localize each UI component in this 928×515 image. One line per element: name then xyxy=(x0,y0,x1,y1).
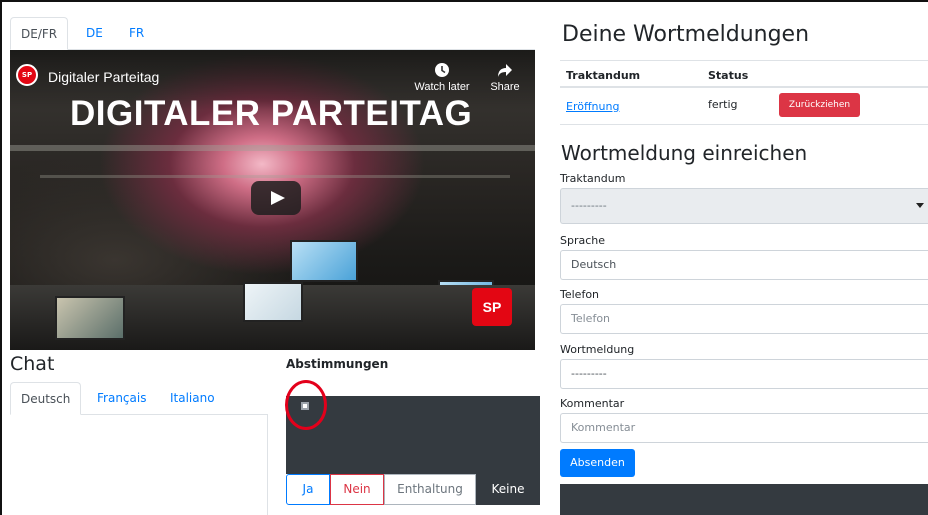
kommentar-placeholder: Kommentar xyxy=(571,421,636,434)
stage-truss xyxy=(10,145,535,151)
kommentar-input[interactable]: Kommentar xyxy=(560,413,928,443)
vote-button-group: Ja Nein Enthaltung Keine xyxy=(286,474,540,505)
tab-de-fr[interactable]: DE/FR xyxy=(10,17,69,50)
monitor-screen xyxy=(290,240,358,282)
clock-icon xyxy=(435,63,449,77)
kommentar-label: Kommentar xyxy=(560,397,625,410)
stage-truss-lower xyxy=(40,175,510,178)
watch-later-button[interactable]: Watch later xyxy=(412,62,472,93)
share-label: Share xyxy=(490,81,520,93)
video-overlay-title: DIGITALER PARTEITAG xyxy=(70,94,473,133)
share-arrow-icon xyxy=(498,64,512,77)
share-button[interactable]: Share xyxy=(475,62,535,93)
table-header: Traktandum Status xyxy=(560,60,928,88)
sprache-select[interactable]: Deutsch xyxy=(560,250,928,280)
traktandum-link[interactable]: Eröffnung xyxy=(566,100,619,113)
sprache-label: Sprache xyxy=(560,234,606,247)
tab-de[interactable]: DE xyxy=(76,17,113,50)
chat-tab-italiano[interactable]: Italiano xyxy=(160,382,225,415)
telefon-label: Telefon xyxy=(560,288,600,301)
status-text: fertig xyxy=(708,98,738,111)
chevron-down-icon xyxy=(916,203,924,208)
dark-bottom-panel xyxy=(560,484,928,515)
chat-body xyxy=(10,415,268,515)
wortmeldung-select-value: --------- xyxy=(571,367,607,380)
video-title[interactable]: Digitaler Parteitag xyxy=(48,69,159,85)
laptop-screen xyxy=(55,296,125,340)
vote-nein-button[interactable]: Nein xyxy=(330,474,384,505)
traktandum-label: Traktandum xyxy=(560,172,626,185)
play-icon[interactable] xyxy=(251,181,301,215)
video-player[interactable]: SP Digitaler Parteitag DIGITALER PARTEIT… xyxy=(10,50,535,350)
votes-title: Abstimmungen xyxy=(286,357,389,371)
sp-badge: SP xyxy=(472,288,512,326)
tab-fr[interactable]: FR xyxy=(119,17,154,50)
form-title: Wortmeldung einreichen xyxy=(561,141,808,165)
table-row: Eröffnung fertig Zurückziehen xyxy=(560,88,928,125)
zurueckziehen-button[interactable]: Zurückziehen xyxy=(779,93,860,117)
requests-table: Traktandum Status Eröffnung fertig Zurüc… xyxy=(560,60,928,125)
traktandum-select[interactable]: --------- xyxy=(560,188,928,224)
chat-tab-deutsch[interactable]: Deutsch xyxy=(10,382,82,415)
col-header-status: Status xyxy=(708,69,749,82)
col-header-traktandum: Traktandum xyxy=(566,69,641,82)
channel-logo[interactable]: SP xyxy=(16,64,38,86)
sprache-select-value: Deutsch xyxy=(571,258,617,271)
chat-title: Chat xyxy=(10,353,55,375)
chat-language-tabs: Deutsch Français Italiano xyxy=(10,382,268,415)
vote-keine-button[interactable]: Keine xyxy=(476,474,540,505)
watch-later-label: Watch later xyxy=(414,81,470,93)
traktandum-select-value: --------- xyxy=(571,199,607,212)
telefon-input[interactable]: Telefon xyxy=(560,304,928,334)
chat-tab-francais[interactable]: Français xyxy=(87,382,156,415)
absenden-button[interactable]: Absenden xyxy=(560,449,635,477)
wortmeldung-label: Wortmeldung xyxy=(560,343,635,356)
wortmeldung-select[interactable]: --------- xyxy=(560,359,928,389)
highlight-circle xyxy=(285,380,327,430)
telefon-placeholder: Telefon xyxy=(571,312,611,325)
laptop-screen xyxy=(243,282,303,322)
vote-ja-button[interactable]: Ja xyxy=(286,474,330,505)
vote-enthaltung-button[interactable]: Enthaltung xyxy=(384,474,476,505)
requests-title: Deine Wortmeldungen xyxy=(562,22,810,47)
language-tabs: DE/FR DE FR xyxy=(10,17,535,50)
